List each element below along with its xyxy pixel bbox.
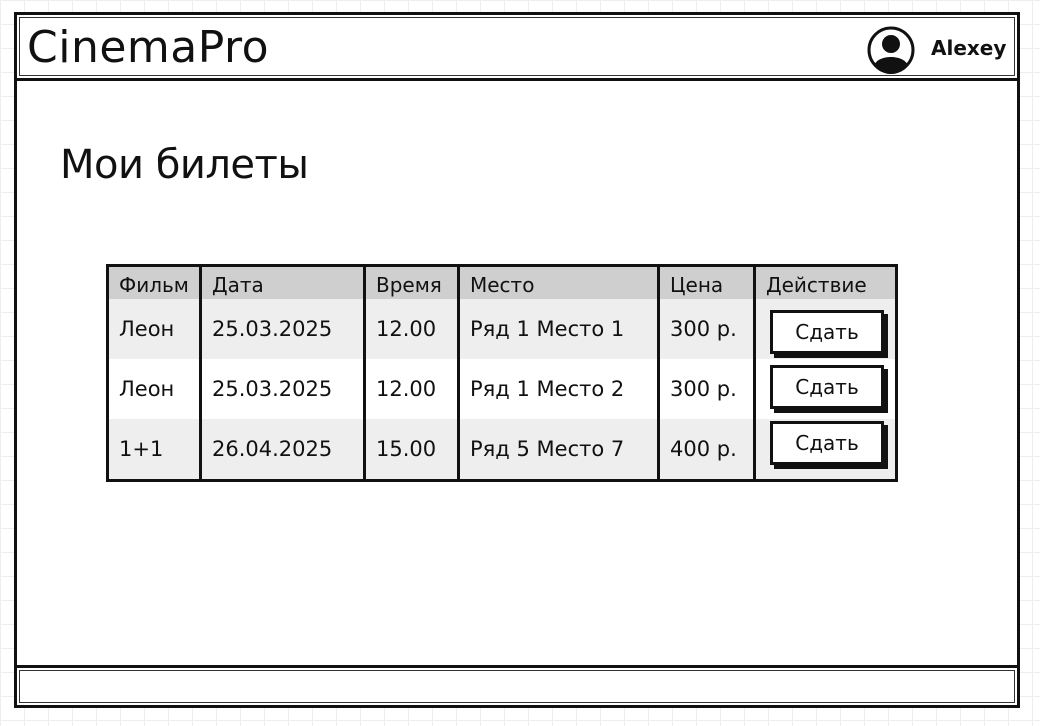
cell-time: 12.00 xyxy=(366,299,460,359)
cell-film: Леон xyxy=(109,299,202,359)
cell-seat: Ряд 1 Место 1 xyxy=(460,299,660,359)
cell-film: 1+1 xyxy=(109,419,202,479)
return-ticket-button[interactable]: Сдать xyxy=(770,421,884,465)
user-avatar-icon[interactable] xyxy=(867,26,915,75)
table-row: Леон 25.03.2025 12.00 Ряд 1 Место 1 300 … xyxy=(109,299,895,359)
cell-time: 15.00 xyxy=(366,419,460,479)
user-name[interactable]: Alexey xyxy=(931,35,1006,61)
tickets-table: Фильм Дата Время Место Цена Действие Лео… xyxy=(106,264,898,482)
return-ticket-button[interactable]: Сдать xyxy=(770,365,884,409)
cell-time: 12.00 xyxy=(366,359,460,419)
cell-seat: Ряд 5 Место 7 xyxy=(460,419,660,479)
cell-action: Сдать xyxy=(756,419,895,479)
column-header-seat: Место xyxy=(460,267,660,299)
cell-date: 26.04.2025 xyxy=(202,419,366,479)
cell-action: Сдать xyxy=(756,359,895,419)
column-header-action: Действие xyxy=(766,273,867,297)
page-title: Мои билеты xyxy=(60,142,309,188)
cell-date: 25.03.2025 xyxy=(202,299,366,359)
cell-film: Леон xyxy=(109,359,202,419)
table-row: 1+1 26.04.2025 15.00 Ряд 5 Место 7 400 р… xyxy=(109,419,895,479)
app-window: CinemaPro Alexey Мои билеты Фильм Дата В… xyxy=(14,12,1020,708)
return-ticket-button[interactable]: Сдать xyxy=(770,310,884,354)
table-row: Леон 25.03.2025 12.00 Ряд 1 Место 2 300 … xyxy=(109,359,895,419)
column-header-film: Фильм xyxy=(109,267,202,299)
cell-price: 400 р. xyxy=(660,419,756,479)
cell-price: 300 р. xyxy=(660,359,756,419)
cell-date: 25.03.2025 xyxy=(202,359,366,419)
header-bar: CinemaPro Alexey xyxy=(17,15,1017,81)
cell-action: Сдать xyxy=(756,299,895,359)
brand-logo[interactable]: CinemaPro xyxy=(27,23,269,73)
footer-inner-border xyxy=(19,670,1015,703)
table-header-row: Фильм Дата Время Место Цена Действие xyxy=(109,267,895,299)
footer-bar xyxy=(17,665,1017,705)
cell-seat: Ряд 1 Место 2 xyxy=(460,359,660,419)
column-header-date: Дата xyxy=(202,267,366,299)
column-header-time: Время xyxy=(366,267,460,299)
column-header-price: Цена xyxy=(660,267,756,299)
cell-price: 300 р. xyxy=(660,299,756,359)
